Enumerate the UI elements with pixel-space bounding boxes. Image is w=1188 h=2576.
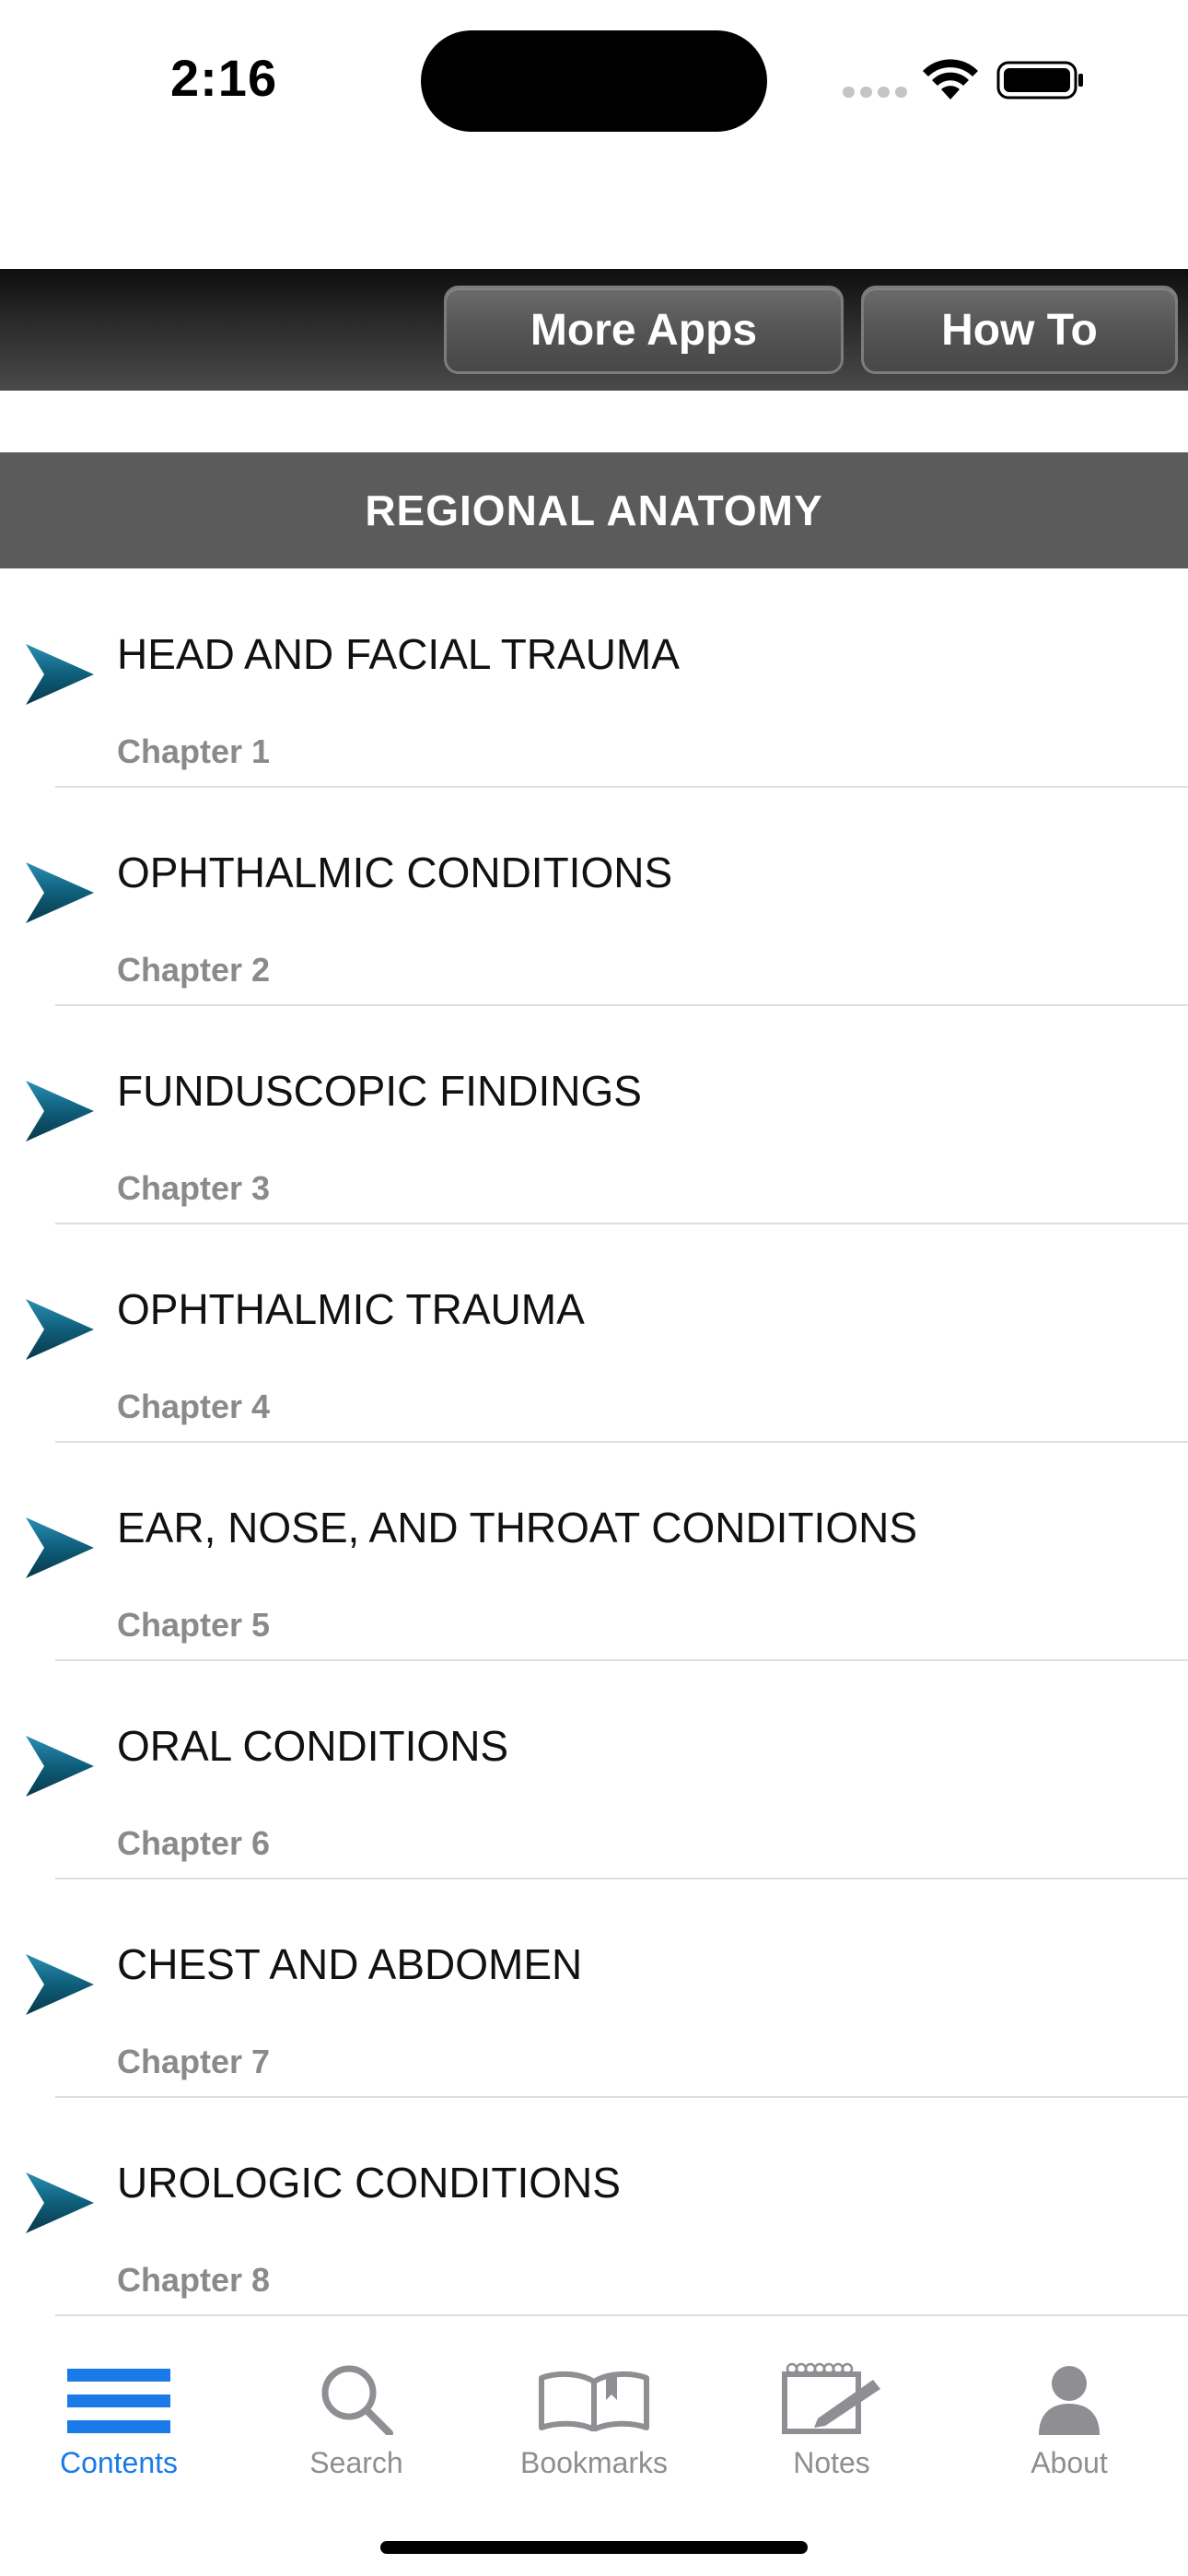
arrow-icon (26, 1954, 94, 2015)
chapter-number: Chapter 3 (117, 1169, 271, 1207)
tab-search[interactable]: Search (238, 2319, 475, 2503)
arrow-icon (26, 862, 94, 923)
app-screen: 2:16 More Apps How To REGIONAL ANATOMY H… (0, 0, 1188, 2576)
chapter-row[interactable]: EAR, NOSE, AND THROAT CONDITIONS Chapter… (0, 1442, 1188, 1661)
top-toolbar: More Apps How To (0, 269, 1188, 391)
person-icon (1039, 2366, 1100, 2435)
tab-label: Contents (59, 2446, 179, 2479)
chapter-row[interactable]: OPHTHALMIC CONDITIONS Chapter 2 (0, 787, 1188, 1006)
home-indicator[interactable] (380, 2541, 808, 2554)
tab-label: Search (309, 2446, 403, 2479)
arrow-icon (26, 1299, 94, 1360)
tab-contents[interactable]: Contents (0, 2319, 238, 2503)
chapter-number: Chapter 4 (117, 1388, 271, 1425)
chapter-title: HEAD AND FACIAL TRAUMA (117, 630, 680, 678)
chapter-title: ORAL CONDITIONS (117, 1722, 509, 1770)
tab-about[interactable]: About (950, 2319, 1188, 2503)
arrow-icon (26, 1081, 94, 1142)
chapter-number: Chapter 8 (117, 2261, 271, 2299)
section-header: REGIONAL ANATOMY (0, 452, 1188, 568)
status-bar: 2:16 (0, 0, 1188, 157)
chapter-number: Chapter 6 (117, 1824, 271, 1862)
tab-notes[interactable]: Notes (713, 2319, 950, 2503)
chapter-title: OPHTHALMIC TRAUMA (117, 1285, 585, 1333)
tab-bookmarks[interactable]: Bookmarks (475, 2319, 713, 2503)
arrow-icon (26, 1517, 94, 1578)
arrow-icon (26, 2172, 94, 2233)
arrow-icon (26, 1736, 94, 1797)
more-apps-button[interactable]: More Apps (444, 286, 844, 374)
chapter-number: Chapter 2 (117, 951, 271, 989)
tab-label: Notes (793, 2446, 870, 2479)
chapter-row[interactable]: OPHTHALMIC TRAUMA Chapter 4 (0, 1224, 1188, 1443)
row-divider (55, 2314, 1188, 2316)
search-icon (321, 2365, 393, 2435)
chapter-title: OPHTHALMIC CONDITIONS (117, 849, 673, 896)
arrow-icon (26, 644, 94, 705)
chapter-list[interactable]: HEAD AND FACIAL TRAUMA Chapter 1 OPHTHAL… (0, 568, 1188, 2319)
chapter-number: Chapter 7 (117, 2043, 271, 2080)
chapter-row[interactable]: ORAL CONDITIONS Chapter 6 (0, 1660, 1188, 1879)
dynamic-island (421, 30, 767, 132)
battery-icon (996, 61, 1083, 100)
chapter-number: Chapter 5 (117, 1606, 271, 1644)
notepad-icon (782, 2362, 880, 2434)
chapter-row[interactable]: HEAD AND FACIAL TRAUMA Chapter 1 (0, 568, 1188, 788)
book-icon (539, 2371, 649, 2431)
chapter-number: Chapter 1 (117, 732, 271, 770)
chapter-title: FUNDUSCOPIC FINDINGS (117, 1067, 642, 1115)
chapter-row[interactable]: FUNDUSCOPIC FINDINGS Chapter 3 (0, 1005, 1188, 1224)
list-icon (67, 2369, 170, 2433)
wifi-icon (923, 59, 978, 100)
chapter-row[interactable]: UROLOGIC CONDITIONS Chapter 8 (0, 2097, 1188, 2316)
chapter-title: UROLOGIC CONDITIONS (117, 2159, 621, 2207)
tab-label: About (1031, 2446, 1108, 2479)
tab-bar: Contents Search Bookmarks Notes About (0, 2319, 1188, 2576)
cellular-signal-icon (843, 87, 907, 98)
how-to-button[interactable]: How To (861, 286, 1178, 374)
status-time: 2:16 (170, 49, 278, 107)
tab-label: Bookmarks (519, 2446, 669, 2479)
chapter-title: EAR, NOSE, AND THROAT CONDITIONS (117, 1504, 918, 1551)
chapter-title: CHEST AND ABDOMEN (117, 1940, 583, 1988)
chapter-row[interactable]: CHEST AND ABDOMEN Chapter 7 (0, 1879, 1188, 2098)
